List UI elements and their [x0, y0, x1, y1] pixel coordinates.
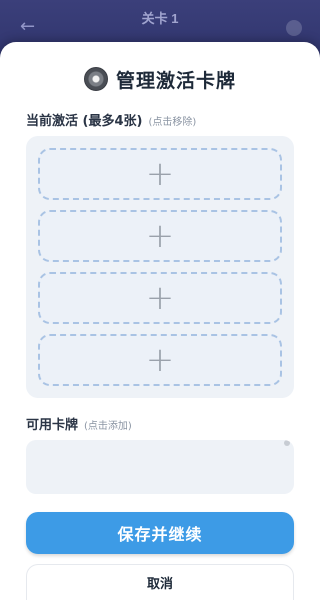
- modal-header: 管理激活卡牌: [0, 64, 320, 94]
- save-and-continue-button[interactable]: 保存并继续: [26, 512, 294, 554]
- available-cards-hint: (点击添加): [84, 421, 132, 432]
- available-cards-list[interactable]: [26, 440, 294, 494]
- empty-card-slot[interactable]: +: [38, 210, 282, 262]
- cancel-button[interactable]: 取消: [26, 564, 294, 600]
- active-cards-label: 当前激活 (最多4张) (点击移除): [26, 110, 196, 129]
- scrollbar-thumb[interactable]: [284, 440, 290, 446]
- plus-icon: +: [145, 216, 175, 256]
- gear-icon: [83, 67, 108, 91]
- available-cards-label: 可用卡牌 (点击添加): [26, 414, 132, 433]
- plus-icon: +: [145, 278, 175, 318]
- empty-card-slot[interactable]: +: [38, 148, 282, 200]
- empty-card-slot[interactable]: +: [38, 272, 282, 324]
- gear-icon: [286, 20, 302, 36]
- available-cards-label-text: 可用卡牌: [26, 418, 79, 433]
- active-cards-label-text: 当前激活 (最多4张): [26, 114, 143, 129]
- active-cards-panel: + + + +: [26, 136, 294, 398]
- background-title: 关卡 1: [141, 11, 179, 26]
- empty-card-slot[interactable]: +: [38, 334, 282, 386]
- modal-title: 管理激活卡牌: [115, 69, 236, 92]
- active-cards-hint: (点击移除): [148, 117, 197, 128]
- plus-icon: +: [145, 340, 175, 380]
- plus-icon: +: [145, 154, 175, 194]
